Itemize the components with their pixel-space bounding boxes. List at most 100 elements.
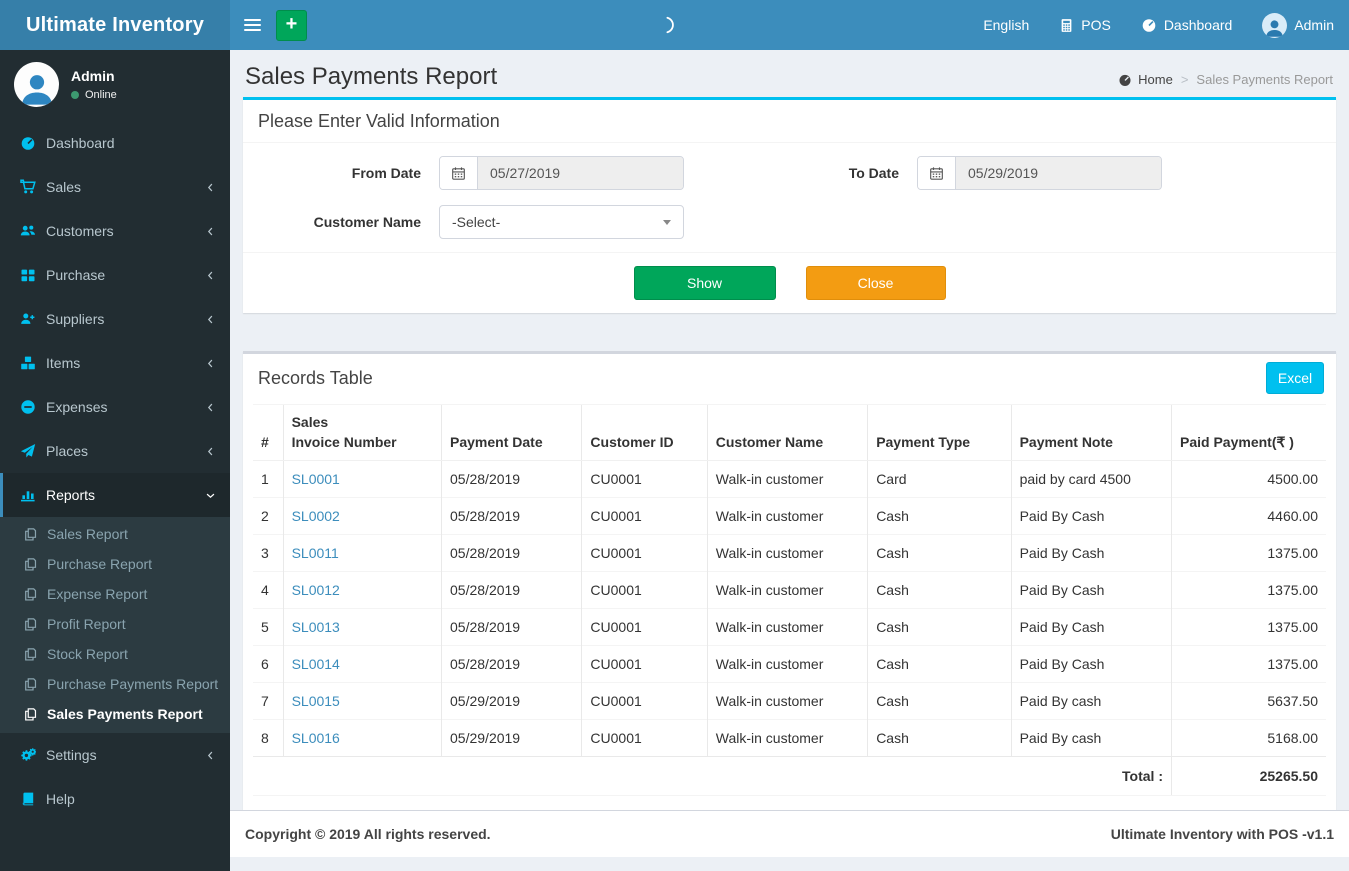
documents-icon	[23, 707, 38, 722]
sidebar-toggle-button[interactable]	[230, 0, 274, 50]
paid-payment-cell: 1375.00	[1171, 645, 1326, 683]
customer-name-cell: Walk-in customer	[706, 719, 868, 757]
submenu-stock-report[interactable]: Stock Report	[0, 639, 230, 669]
table-row: 1 SL0001 05/28/2019 CU0001 Walk-in custo…	[253, 460, 1326, 498]
cart-icon	[20, 179, 36, 195]
page-footer: Copyright © 2019 All rights reserved. Ul…	[230, 810, 1349, 858]
sidebar-user-status[interactable]: Online	[71, 89, 117, 101]
table-header-row: # Sales Invoice Number Payment Date Custome…	[253, 403, 1326, 462]
moon-icon[interactable]	[658, 15, 678, 35]
payment-date-cell: 05/28/2019	[441, 497, 582, 535]
from-date-input[interactable]	[478, 157, 683, 189]
invoice-link[interactable]: SL0012	[292, 582, 340, 598]
invoice-link[interactable]: SL0014	[292, 656, 340, 672]
submenu-purchase-payments-report[interactable]: Purchase Payments Report	[0, 669, 230, 699]
breadcrumb-home-link[interactable]: Home	[1118, 72, 1173, 87]
row-number-cell: 8	[253, 719, 284, 757]
language-menu[interactable]: English	[968, 0, 1044, 50]
invoice-cell: SL0011	[282, 534, 442, 572]
invoice-link[interactable]: SL0015	[292, 693, 340, 709]
close-button[interactable]: Close	[805, 266, 946, 300]
sidebar-item-help[interactable]: Help	[0, 777, 230, 821]
gauge-icon	[1141, 17, 1157, 33]
customer-id-cell: CU0001	[581, 571, 708, 609]
breadcrumb-current: Sales Payments Report	[1196, 72, 1333, 87]
payment-type-cell: Cash	[867, 719, 1012, 757]
pos-link[interactable]: POS	[1044, 0, 1126, 50]
sidebar-item-reports[interactable]: Reports	[0, 473, 230, 517]
documents-icon	[23, 647, 38, 662]
submenu-purchase-report[interactable]: Purchase Report	[0, 549, 230, 579]
payment-date-cell: 05/29/2019	[441, 719, 582, 757]
customer-id-cell: CU0001	[581, 608, 708, 646]
submenu-sales-payments-report[interactable]: Sales Payments Report	[0, 699, 230, 729]
sidebar-item-sales[interactable]: Sales	[0, 165, 230, 209]
invoice-link[interactable]: SL0013	[292, 619, 340, 635]
caret-down-icon	[663, 219, 671, 225]
minus-circle-icon	[20, 399, 36, 415]
reports-submenu: Sales Report Purchase Report Expense Rep…	[0, 517, 230, 733]
column-header: Payment Type	[867, 403, 1012, 462]
calculator-icon	[1059, 18, 1074, 33]
users-icon	[20, 223, 36, 239]
payment-type-cell: Cash	[867, 534, 1012, 572]
invoice-cell: SL0013	[282, 608, 442, 646]
filter-panel: Please Enter Valid Information From Date…	[243, 97, 1336, 313]
chevron-left-icon	[205, 750, 216, 761]
to-date-input[interactable]	[956, 157, 1161, 189]
table-row: 5 SL0013 05/28/2019 CU0001 Walk-in custo…	[253, 608, 1326, 646]
customer-name-cell: Walk-in customer	[706, 608, 868, 646]
paid-payment-cell: 5168.00	[1171, 719, 1326, 757]
sidebar-item-settings[interactable]: Settings	[0, 733, 230, 777]
submenu-profit-report[interactable]: Profit Report	[0, 609, 230, 639]
chevron-left-icon	[205, 446, 216, 457]
sidebar-user-name: Admin	[71, 68, 115, 84]
customer-select[interactable]: -Select-	[439, 205, 684, 239]
show-button[interactable]: Show	[633, 266, 776, 300]
column-header: Customer ID	[581, 403, 708, 462]
invoice-link[interactable]: SL0002	[292, 508, 340, 524]
filter-panel-title: Please Enter Valid Information	[258, 111, 500, 131]
quick-add-button[interactable]: +	[276, 9, 307, 41]
payment-type-cell: Cash	[867, 682, 1012, 720]
records-tbody: 1 SL0001 05/28/2019 CU0001 Walk-in custo…	[253, 460, 1326, 757]
sidebar-item-purchase[interactable]: Purchase	[0, 253, 230, 297]
invoice-link[interactable]: SL0011	[292, 545, 339, 561]
sidebar-item-expenses[interactable]: Expenses	[0, 385, 230, 429]
book-icon	[20, 791, 36, 807]
table-row: 3 SL0011 05/28/2019 CU0001 Walk-in custo…	[253, 534, 1326, 572]
customer-name-cell: Walk-in customer	[706, 534, 868, 572]
submenu-sales-report[interactable]: Sales Report	[0, 519, 230, 549]
paid-payment-cell: 1375.00	[1171, 571, 1326, 609]
sidebar-avatar[interactable]	[14, 62, 59, 107]
table-row: 4 SL0012 05/28/2019 CU0001 Walk-in custo…	[253, 571, 1326, 609]
table-total-row: Total : 25265.50	[253, 756, 1326, 797]
sidebar-user-panel: Admin Online	[0, 50, 230, 121]
sidebar-menu: Dashboard Sales Customers Purchase Suppl…	[0, 121, 230, 821]
app-logo[interactable]: Ultimate Inventory	[0, 0, 230, 50]
calendar-icon[interactable]	[918, 157, 956, 189]
invoice-cell: SL0014	[282, 645, 442, 683]
sidebar-item-items[interactable]: Items	[0, 341, 230, 385]
sidebar-item-customers[interactable]: Customers	[0, 209, 230, 253]
invoice-link[interactable]: SL0016	[292, 730, 340, 746]
dashboard-link[interactable]: Dashboard	[1126, 0, 1248, 50]
sidebar-item-places[interactable]: Places	[0, 429, 230, 473]
excel-export-button[interactable]: Excel	[1266, 362, 1324, 394]
payment-date-cell: 05/28/2019	[441, 534, 582, 572]
from-date-group	[439, 156, 684, 190]
pos-label: POS	[1081, 17, 1111, 33]
sidebar-item-dashboard[interactable]: Dashboard	[0, 121, 230, 165]
sidebar-item-suppliers[interactable]: Suppliers	[0, 297, 230, 341]
row-number-cell: 3	[253, 534, 284, 572]
customer-id-cell: CU0001	[581, 682, 708, 720]
payment-note-cell: Paid By Cash	[1010, 497, 1172, 535]
payment-type-cell: Cash	[867, 608, 1012, 646]
payment-note-cell: Paid By cash	[1010, 682, 1172, 720]
documents-icon	[23, 557, 38, 572]
submenu-expense-report[interactable]: Expense Report	[0, 579, 230, 609]
user-menu[interactable]: Admin	[1247, 0, 1349, 50]
calendar-icon[interactable]	[440, 157, 478, 189]
payment-type-cell: Cash	[867, 571, 1012, 609]
invoice-link[interactable]: SL0001	[292, 471, 340, 487]
